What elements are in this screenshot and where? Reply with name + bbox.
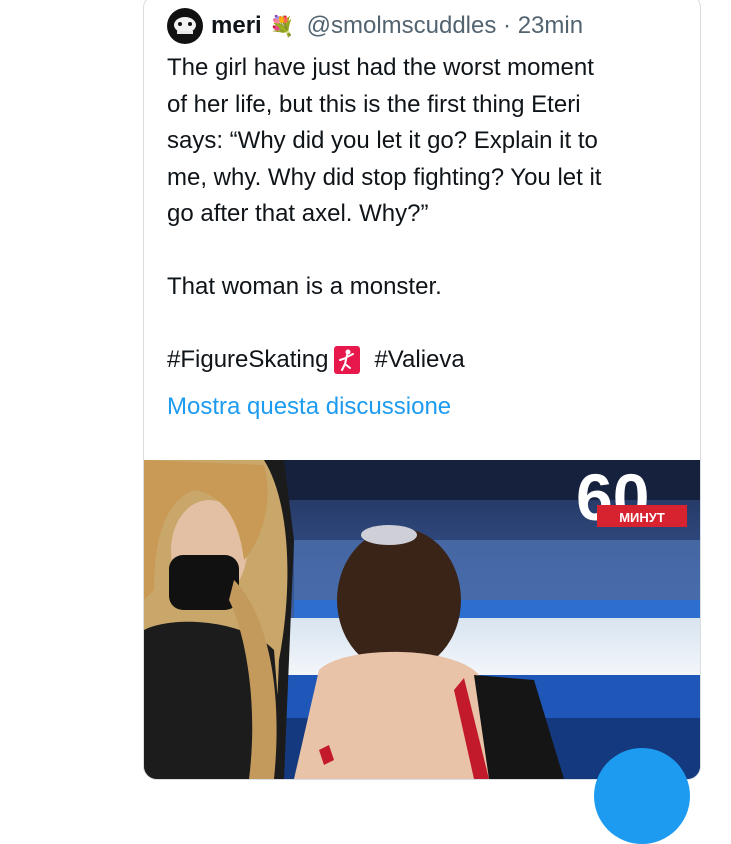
hashtag-valieva[interactable]: #Valieva: [374, 342, 464, 379]
text-line: says: “Why did you let it go? Explain it…: [167, 127, 598, 154]
text-line: go after that axel. Why?”: [167, 200, 429, 227]
compose-tweet-button[interactable]: [594, 748, 690, 844]
logo-label: МИНУТ: [619, 510, 665, 525]
user-handle[interactable]: @smolmscuddles · 23min: [307, 12, 583, 40]
text-line: That woman is a monster.: [167, 273, 442, 300]
avatar[interactable]: [167, 8, 203, 44]
hashtags: #FigureSkating #Valieva: [167, 342, 682, 379]
tweet-text: The girl have just had the worst moment …: [167, 50, 682, 379]
show-thread-link[interactable]: Mostra questa discussione: [167, 393, 451, 421]
text-line: me, why. Why did stop fighting? You let …: [167, 163, 602, 191]
timestamp: 23min: [517, 12, 584, 39]
text-line: of her life, but this is the first thing…: [167, 90, 581, 118]
figure-skating-emoji-icon: [334, 346, 361, 375]
tweet-card[interactable]: meri 💐 @smolmscuddles · 23min The girl h…: [143, 0, 701, 780]
display-name[interactable]: meri: [211, 12, 262, 40]
hashtag-figureskating[interactable]: #FigureSkating: [167, 342, 328, 379]
tweet-header: meri 💐 @smolmscuddles · 23min: [167, 6, 583, 46]
text-line: The girl have just had the worst moment: [167, 54, 594, 81]
bouquet-emoji: 💐: [269, 15, 295, 38]
tweet-video-image[interactable]: 60 МИНУТ: [144, 460, 700, 779]
